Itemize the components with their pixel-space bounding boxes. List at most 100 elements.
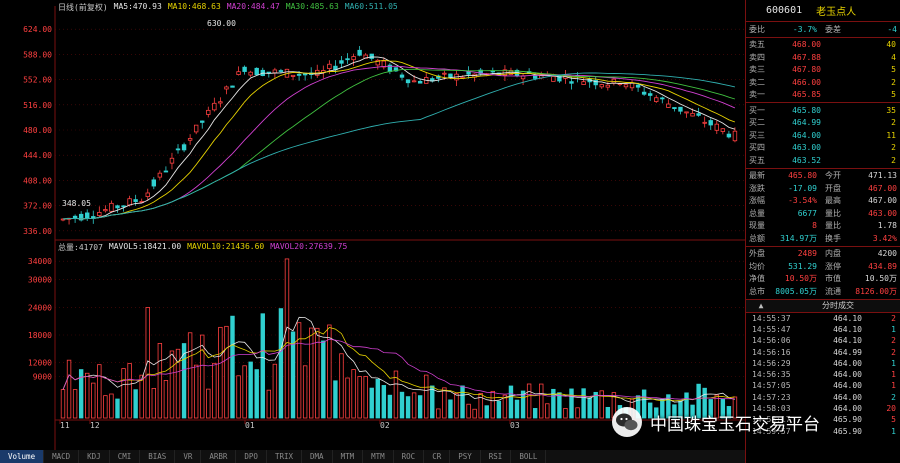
bid-row[interactable]: 买二 464.99 2 [746, 117, 900, 130]
stat-value: 6677 [797, 208, 817, 218]
ma60-line [62, 72, 735, 220]
volume-bar [127, 363, 132, 419]
candle [236, 66, 241, 76]
bid-row[interactable]: 买五 463.52 2 [746, 154, 900, 167]
candle [181, 142, 187, 153]
bid-row[interactable]: 买四 463.00 2 [746, 142, 900, 155]
stat-label: 内盘 [825, 249, 841, 259]
candle [175, 144, 181, 154]
tick-row[interactable]: 14:57:23 464.00 2 [746, 392, 900, 403]
ask-row[interactable]: 卖三 467.80 5 [746, 64, 900, 77]
tick-row[interactable]: 14:56:16 464.99 2 [746, 346, 900, 357]
indicator-tab[interactable]: MTM [363, 450, 394, 463]
ask-level-label: 卖四 [749, 52, 765, 62]
volume-bar [72, 389, 78, 419]
stat-value: -17.09 [788, 183, 817, 193]
volume-bar [339, 353, 344, 419]
bid-level-label: 买四 [749, 143, 765, 153]
bid-level-label: 买五 [749, 155, 765, 165]
candle [375, 58, 380, 70]
diff-value: -4 [887, 24, 897, 34]
volume-bar [218, 326, 223, 419]
indicator-tab[interactable]: Volume [0, 450, 45, 463]
ratio-label: 委比 [749, 24, 765, 34]
indicator-tab[interactable]: BIAS [140, 450, 176, 463]
indicator-tab[interactable]: ROC [394, 450, 425, 463]
volume-bar [454, 393, 459, 419]
volume-bar [351, 369, 356, 419]
tick-row[interactable]: 14:56:06 464.10 2 [746, 335, 900, 346]
ma5-line [62, 56, 736, 220]
stat-row: 总量 6677 量比 463.00 [746, 207, 900, 220]
stat-label: 总市 [749, 286, 765, 296]
price-tick-label: 444.00 [23, 151, 52, 160]
stat-label: 净值 [749, 274, 765, 284]
stat-value: 463.00 [868, 208, 897, 218]
kline-chart[interactable]: 624.00 588.00 552.00 516.00 480.00 444.00 408.… [0, 0, 745, 450]
stat-row: 最新 465.80 今开 471.13 [746, 170, 900, 183]
indicator-tab[interactable]: MACD [44, 450, 80, 463]
tick-volume: 2 [891, 392, 896, 402]
chart-canvas[interactable]: 624.00 588.00 552.00 516.00 480.00 444.00 408.… [0, 0, 745, 450]
tick-row[interactable]: 14:57:05 464.00 1 [746, 380, 900, 391]
price-tick-label: 624.00 [23, 25, 52, 34]
bid-row[interactable]: 买三 464.00 11 [746, 129, 900, 142]
stat-value: 10.50万 [864, 274, 897, 284]
ask-row[interactable]: 卖一 465.85 5 [746, 89, 900, 102]
candle [248, 70, 253, 77]
indicator-tab[interactable]: KDJ [79, 450, 110, 463]
volume-bar [236, 375, 241, 419]
volume-bar [363, 376, 368, 419]
volume-bar [496, 400, 502, 419]
volume-bar [514, 399, 520, 419]
price-legend: 日线(前复权) MA5:470.93 MA10:468.63 MA20:484.… [58, 2, 398, 13]
volume-bar [321, 340, 326, 419]
bid-volume: 2 [891, 155, 896, 165]
indicator-tab[interactable]: CMI [110, 450, 141, 463]
tick-row[interactable]: 14:55:47 464.10 1 [746, 324, 900, 335]
indicator-tab[interactable]: ARBR [201, 450, 237, 463]
candle [520, 73, 526, 85]
bid-level-label: 买二 [749, 118, 765, 128]
bid-volume: 2 [891, 118, 896, 128]
indicator-tab[interactable]: MTM [333, 450, 364, 463]
stat-value: 4200 [877, 249, 897, 259]
ma20-label: MA20:484.47 [226, 2, 280, 11]
bid-row[interactable]: 买一 465.80 35 [746, 104, 900, 117]
tab-prev-icon[interactable]: ▲ [746, 301, 776, 310]
tick-row[interactable]: 14:56:29 464.00 1 [746, 358, 900, 369]
tick-time: 14:55:47 [752, 324, 791, 334]
indicator-tab[interactable]: CR [424, 450, 451, 463]
indicator-tab[interactable]: DPO [236, 450, 267, 463]
candle [345, 53, 350, 64]
indicator-tab[interactable]: VR [175, 450, 202, 463]
volume-bar [557, 392, 562, 419]
stat-value: 531.29 [788, 261, 817, 271]
candle [430, 76, 435, 83]
candle [339, 55, 344, 69]
indicator-tab[interactable]: PSY [450, 450, 481, 463]
indicator-tab[interactable]: TRIX [267, 450, 303, 463]
indicator-tab[interactable]: BOLL [511, 450, 547, 463]
candle [599, 83, 604, 89]
candle [666, 99, 671, 108]
volume-bar [405, 396, 411, 419]
stat-label: 均价 [749, 261, 765, 271]
stat-label: 今开 [825, 171, 841, 181]
candle [387, 62, 393, 75]
indicator-tab[interactable]: RSI [481, 450, 512, 463]
tab-time-sales[interactable]: 分时成交 [776, 300, 900, 311]
candle [466, 66, 471, 79]
candle [708, 118, 713, 130]
ask-row[interactable]: 卖四 467.88 4 [746, 51, 900, 64]
indicator-tab[interactable]: DMA [302, 450, 333, 463]
candle [109, 200, 114, 213]
tick-row[interactable]: 14:56:35 464.00 1 [746, 369, 900, 380]
candle [260, 67, 265, 77]
tick-volume: 1 [891, 324, 896, 334]
ask-row[interactable]: 卖五 468.00 40 [746, 39, 900, 52]
volume-bar [587, 397, 592, 419]
ask-row[interactable]: 卖二 466.00 2 [746, 76, 900, 89]
volume-bar [121, 368, 126, 419]
tick-row[interactable]: 14:55:37 464.10 2 [746, 313, 900, 324]
